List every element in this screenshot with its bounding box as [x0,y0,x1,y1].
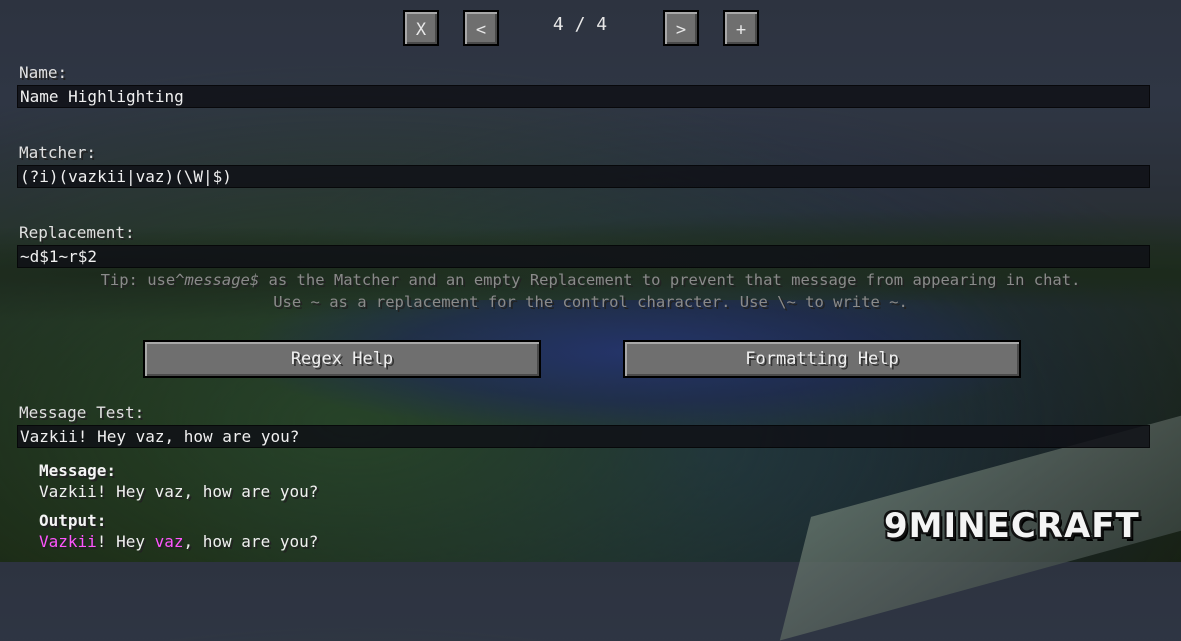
replacement-input[interactable]: ~d$1~r$2 [17,245,1150,268]
matcher-label: Matcher: [19,143,97,162]
name-label: Name: [19,63,68,82]
top-navigation: X < 4 / 4 > + [0,10,1181,48]
add-page-button[interactable]: + [723,10,759,46]
replacement-label: Replacement: [19,223,135,242]
tip-example: ^message$ [175,271,260,289]
regex-help-button[interactable]: Regex Help [143,340,541,378]
name-input[interactable]: Name Highlighting [17,85,1150,108]
page-indicator: 4 / 4 [552,14,608,35]
output-highlight: vaz [154,532,184,551]
tip-line-2: Use ~ as a replacement for the control c… [273,293,908,311]
message-preview: Vazkii! Hey vaz, how are you? [39,482,319,501]
watermark-logo: 9MINECRAFT [884,506,1140,546]
output-highlight: Vazkii [39,532,97,551]
message-test-label: Message Test: [19,403,145,422]
matcher-input[interactable]: (?i)(vazkii|vaz)(\W|$) [17,165,1150,188]
output-text: , how are you? [183,532,319,551]
prev-page-button[interactable]: < [463,10,499,46]
tip-prefix: Tip: use [100,271,176,289]
tip-line-1: Tip: use^message$ as the Matcher and an … [0,271,1181,289]
formatting-help-button[interactable]: Formatting Help [623,340,1021,378]
close-button[interactable]: X [403,10,439,46]
message-heading: Message: [39,461,117,480]
output-heading: Output: [39,511,107,530]
tip-suffix: as the Matcher and an empty Replacement … [259,271,1081,289]
message-test-input[interactable]: Vazkii! Hey vaz, how are you? [17,425,1150,448]
next-page-button[interactable]: > [663,10,699,46]
output-text: ! Hey [96,532,155,551]
output-preview: Vazkii! Hey vaz, how are you? [39,532,318,551]
